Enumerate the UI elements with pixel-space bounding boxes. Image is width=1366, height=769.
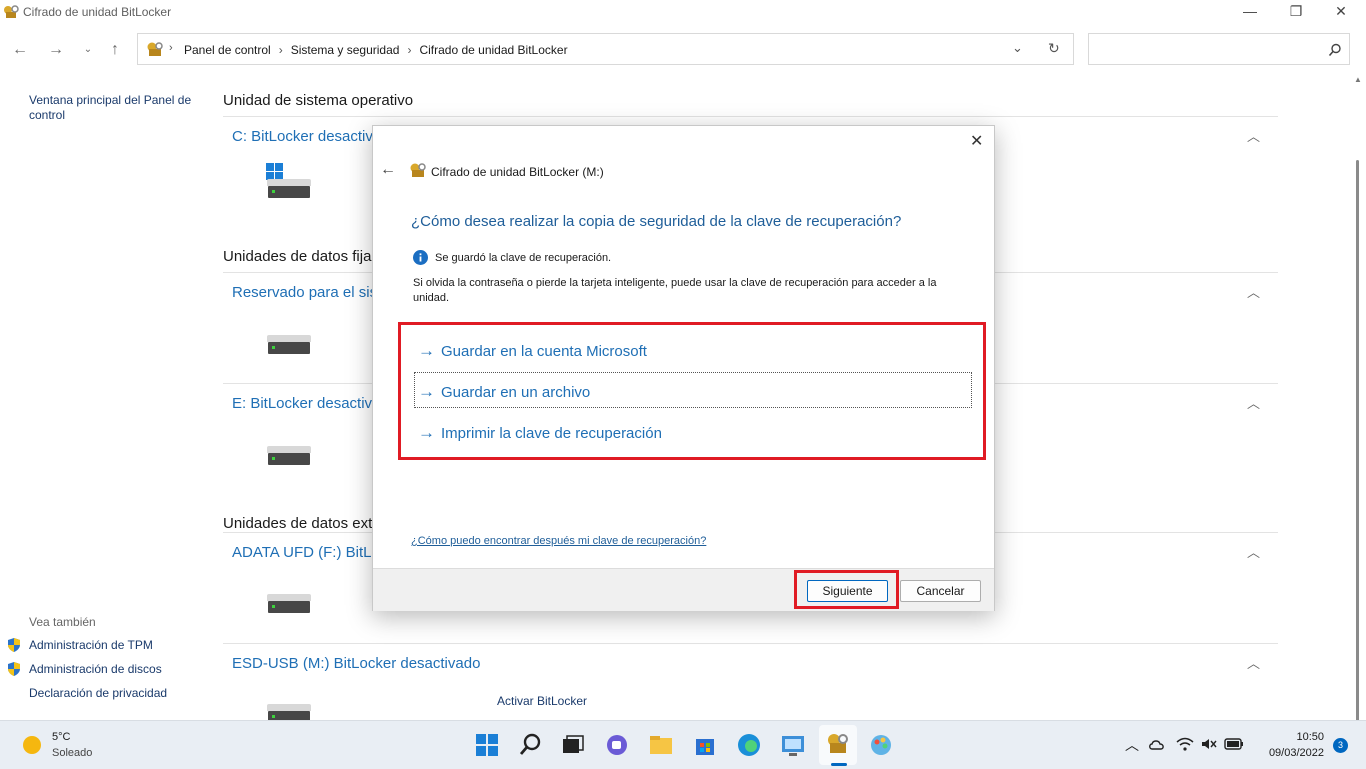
back-arrow-icon[interactable]: ← — [8, 38, 32, 62]
active-indicator — [831, 763, 847, 766]
help-link[interactable]: ¿Cómo puedo encontrar después mi clave d… — [411, 535, 706, 547]
breadcrumb: Panel de control › Sistema y seguridad › Cif… — [184, 43, 568, 57]
bitlocker-icon — [147, 42, 163, 56]
scrollbar-thumb[interactable] — [1356, 160, 1359, 740]
activate-bitlocker-link[interactable]: Activar BitLocker — [497, 694, 587, 708]
task-view-icon[interactable] — [559, 731, 587, 759]
paint-icon[interactable] — [867, 731, 895, 759]
cancel-button[interactable]: Cancelar — [900, 580, 981, 602]
notification-badge[interactable]: 3 — [1333, 738, 1348, 753]
clock-time[interactable]: 10:50 — [1290, 731, 1324, 743]
store-icon[interactable] — [691, 731, 719, 759]
drive-f-title[interactable]: ADATA UFD (F:) BitLo — [232, 544, 380, 561]
breadcrumb-item[interactable]: Cifrado de unidad BitLocker — [419, 43, 567, 57]
taskbar: 5°C Soleado ︿ 10:50 09/03/2022 3 — [0, 720, 1366, 769]
control-panel-home-link[interactable]: Ventana principal del Panel de control — [29, 93, 199, 123]
speaker-muted-icon[interactable] — [1200, 737, 1218, 751]
breadcrumb-item[interactable]: Panel de control — [184, 43, 271, 57]
minimize-button[interactable]: — — [1227, 0, 1273, 24]
option-label: Imprimir la clave de recuperación — [441, 425, 662, 442]
breadcrumb-item[interactable]: Sistema y seguridad — [291, 43, 400, 57]
file-explorer-icon[interactable] — [647, 731, 675, 759]
title-bar: Cifrado de unidad BitLocker — ❐ ✕ — [0, 0, 1366, 24]
close-icon[interactable]: ✕ — [970, 131, 983, 151]
search-icon[interactable] — [517, 731, 545, 759]
refresh-icon[interactable]: ↻ — [1048, 40, 1060, 57]
option-save-microsoft-account[interactable]: → Guardar en la cuenta Microsoft — [418, 341, 647, 361]
uac-shield-icon — [8, 662, 20, 676]
breadcrumb-chevron-icon: › — [407, 43, 412, 57]
show-hidden-icons-chevron-icon[interactable]: ︿ — [1125, 735, 1139, 755]
arrow-right-icon: → — [418, 341, 435, 360]
breadcrumb-chevron-icon: › — [169, 42, 173, 54]
bitlocker-taskbar-icon[interactable] — [824, 731, 852, 759]
weather-desc[interactable]: Soleado — [52, 747, 92, 759]
start-icon[interactable] — [473, 731, 501, 759]
breadcrumb-chevron-icon: › — [278, 43, 283, 57]
collapse-chevron-icon[interactable]: ︿ — [1247, 542, 1260, 561]
drive-c-title[interactable]: C: BitLocker desactiv — [232, 128, 373, 145]
edge-icon[interactable] — [735, 731, 763, 759]
forward-arrow-icon[interactable]: → — [44, 38, 68, 62]
chat-icon[interactable] — [603, 731, 631, 759]
dialog-footer: Siguiente Cancelar — [373, 568, 994, 611]
option-label: Guardar en un archivo — [441, 384, 591, 401]
drive-e-title[interactable]: E: BitLocker desactiva — [232, 395, 380, 412]
bitlocker-icon — [410, 163, 426, 177]
arrow-right-icon: → — [418, 382, 435, 401]
drive-m-title[interactable]: ESD-USB (M:) BitLocker desactivado — [232, 655, 480, 672]
control-panel-icon[interactable] — [779, 731, 807, 759]
vertical-scrollbar[interactable]: ▲ — [1354, 75, 1362, 740]
wifi-icon[interactable] — [1176, 736, 1194, 752]
up-arrow-icon[interactable]: ↑ — [103, 38, 127, 62]
weather-temp[interactable]: 5°C — [52, 731, 70, 743]
see-also-heading: Vea también — [29, 615, 96, 629]
option-save-to-file[interactable]: → Guardar en un archivo — [418, 382, 590, 402]
bitlocker-icon — [4, 5, 19, 18]
hard-drive-icon — [267, 446, 311, 465]
usb-drive-icon — [267, 594, 311, 613]
next-button[interactable]: Siguiente — [807, 580, 888, 602]
sun-icon — [23, 736, 41, 754]
window-title: Cifrado de unidad BitLocker — [23, 5, 172, 19]
privacy-link[interactable]: Declaración de privacidad — [29, 686, 167, 700]
disk-admin-link[interactable]: Administración de discos — [29, 662, 162, 676]
collapse-chevron-icon[interactable]: ︿ — [1247, 282, 1260, 301]
arrow-right-icon: → — [418, 423, 435, 442]
option-print-recovery-key[interactable]: → Imprimir la clave de recuperación — [418, 423, 662, 443]
os-drive-section-title: Unidad de sistema operativo — [223, 92, 414, 109]
search-input[interactable] — [1088, 33, 1350, 65]
hard-drive-icon — [267, 335, 311, 354]
divider — [223, 643, 1278, 644]
bitlocker-dialog: ✕ ← Cifrado de unidad BitLocker (M:) ¿Có… — [372, 125, 995, 611]
dialog-description: Si olvida la contraseña o pierde la tarj… — [413, 277, 937, 304]
collapse-chevron-icon[interactable]: ︿ — [1247, 126, 1260, 145]
removable-drives-section-title: Unidades de datos ext — [223, 515, 373, 532]
close-window-button[interactable]: ✕ — [1318, 0, 1364, 24]
onedrive-cloud-icon[interactable] — [1148, 737, 1166, 751]
collapse-chevron-icon[interactable]: ︿ — [1247, 653, 1260, 672]
back-arrow-icon[interactable]: ← — [380, 161, 396, 179]
dialog-header: Cifrado de unidad BitLocker (M:) — [431, 165, 604, 179]
scroll-up-icon[interactable]: ▲ — [1354, 75, 1362, 84]
address-dropdown-icon[interactable]: ⌄ — [1012, 40, 1023, 56]
maximize-button[interactable]: ❐ — [1273, 0, 1319, 24]
address-bar[interactable]: › Panel de control › Sistema y seguridad › C… — [137, 33, 1074, 65]
windows-logo-icon — [266, 163, 283, 180]
collapse-chevron-icon[interactable]: ︿ — [1247, 393, 1260, 412]
drive-reserved-title[interactable]: Reservado para el sis — [232, 284, 377, 301]
clock-date[interactable]: 09/03/2022 — [1256, 747, 1324, 759]
dialog-question: ¿Cómo desea realizar la copia de segurid… — [411, 213, 902, 230]
info-icon — [413, 250, 428, 265]
tpm-admin-link[interactable]: Administración de TPM — [29, 638, 153, 652]
hard-drive-icon — [267, 179, 311, 198]
option-label: Guardar en la cuenta Microsoft — [441, 343, 647, 360]
uac-shield-icon — [8, 638, 20, 652]
battery-icon[interactable] — [1224, 738, 1244, 750]
info-text: Se guardó la clave de recuperación. — [435, 252, 612, 264]
divider — [223, 116, 1278, 117]
search-icon[interactable] — [1328, 43, 1342, 57]
recent-chevron-icon[interactable]: ⌄ — [76, 38, 100, 62]
fixed-drives-section-title: Unidades de datos fija — [223, 248, 372, 265]
